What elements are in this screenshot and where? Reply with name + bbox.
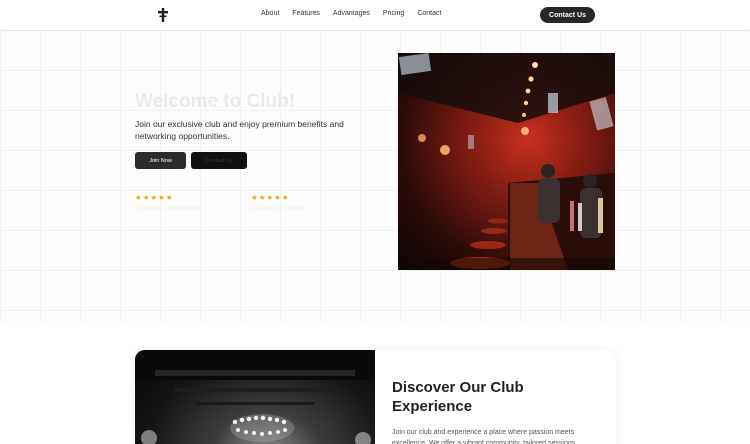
star-rating: ★★★★★ [251,193,290,202]
nav-link-advantages[interactable]: Advantages [333,10,370,17]
hero-description: Join our exclusive club and enjoy premiu… [135,119,344,141]
join-now-button[interactable]: Join Now [135,152,186,169]
navbar: About Features Advantages Pricing Contac… [0,0,750,30]
star-rating: ★★★★★ [135,193,174,202]
hero-contact-button[interactable]: Contact Us [191,152,247,169]
cross-icon[interactable] [157,8,169,22]
chandelier-photo [135,350,375,444]
nav-link-contact[interactable]: Contact [417,10,441,17]
feature-title: Discover Our Club Experience [392,379,524,415]
rating-label: 5.0 rating from members [135,206,201,212]
club-bar-photo [398,53,615,270]
nav-link-about[interactable]: About [261,10,279,17]
nav-link-pricing[interactable]: Pricing [383,10,404,17]
feature-card: Discover Our Club Experience Join our cl… [135,350,616,444]
hero-title: Welcome to Club! [135,91,296,112]
nav-links: About Features Advantages Pricing Contac… [261,10,454,17]
nav-link-features[interactable]: Features [292,10,320,17]
hero-section: Welcome to Club! Join our exclusive club… [0,30,750,323]
rating-label: 4.9 rating on reviews [251,206,307,212]
feature-text: Join our club and experience a place whe… [392,429,576,444]
contact-us-button[interactable]: Contact Us [540,7,595,23]
